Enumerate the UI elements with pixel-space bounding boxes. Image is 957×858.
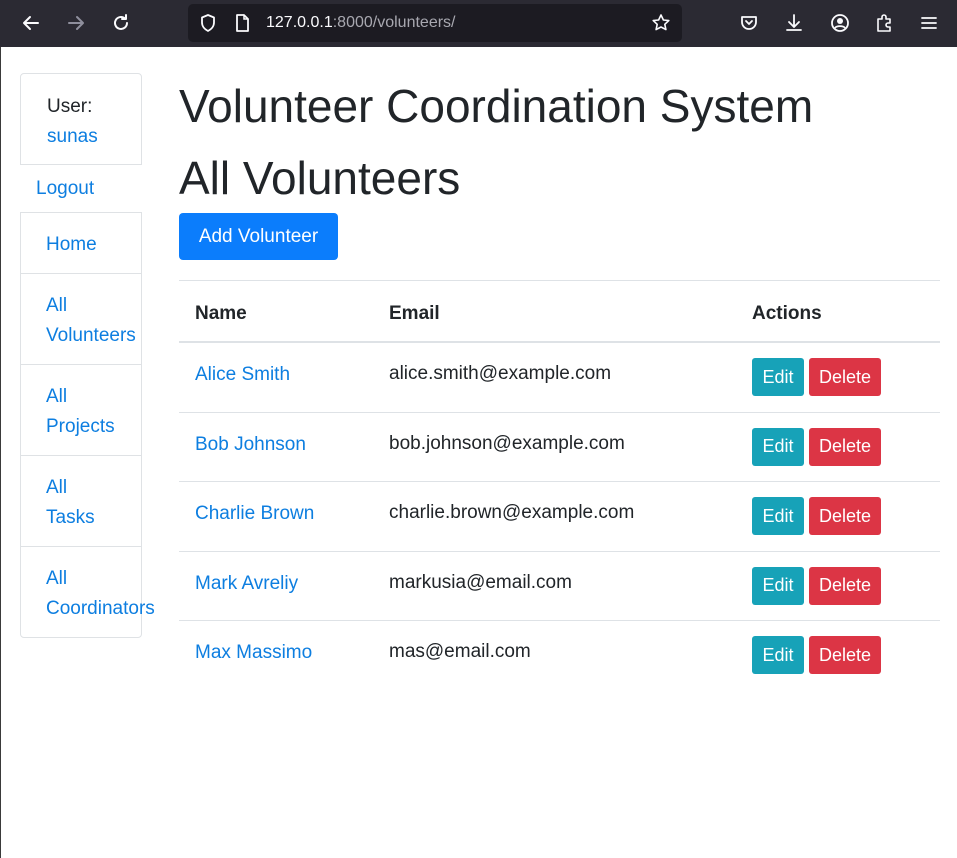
volunteer-email: mas@email.com <box>389 641 531 662</box>
volunteer-name-link[interactable]: Alice Smith <box>195 364 290 386</box>
column-header-name: Name <box>195 303 247 324</box>
sidebar-item-home[interactable]: Home <box>21 213 141 274</box>
menu-icon[interactable] <box>914 8 944 38</box>
volunteer-email: charlie.brown@example.com <box>389 502 635 523</box>
table-row: Bob Johnson bob.johnson@example.com Edit… <box>179 413 940 482</box>
username-link[interactable]: sunas <box>47 126 98 148</box>
user-card: User: sunas <box>20 73 142 165</box>
delete-button[interactable]: Delete <box>809 636 881 674</box>
sidebar-item-label: All Projects <box>46 386 115 437</box>
sidebar-item-projects[interactable]: All Projects <box>21 365 141 456</box>
sidebar-item-volunteers[interactable]: All Volunteers <box>21 274 141 365</box>
url-path: :8000/volunteers/ <box>332 14 456 31</box>
edit-button[interactable]: Edit <box>752 497 804 535</box>
table-header: Name Email Actions <box>179 280 940 343</box>
edit-button[interactable]: Edit <box>752 358 804 396</box>
table-row: Charlie Brown charlie.brown@example.com … <box>179 482 940 552</box>
logout-link[interactable]: Logout <box>36 178 94 200</box>
volunteer-email: alice.smith@example.com <box>389 363 612 384</box>
volunteer-email: markusia@email.com <box>389 571 572 593</box>
page-subtitle: All Volunteers <box>179 152 461 204</box>
table-row: Alice Smith alice.smith@example.com Edit… <box>179 343 940 413</box>
add-volunteer-button[interactable]: Add Volunteer <box>179 213 338 260</box>
extensions-icon[interactable] <box>869 8 899 38</box>
sidebar-item-tasks[interactable]: All Tasks <box>21 456 141 547</box>
shield-icon[interactable] <box>198 13 218 33</box>
sidebar-nav: Home All Volunteers All Projects All Tas… <box>20 212 155 638</box>
table-row: Max Massimo mas@email.com Edit Delete <box>179 621 940 691</box>
page-icon <box>232 13 252 33</box>
url-text[interactable]: 127.0.0.1:8000/volunteers/ <box>266 14 455 32</box>
pocket-icon[interactable] <box>734 8 764 38</box>
delete-button[interactable]: Delete <box>809 566 881 605</box>
url-bar[interactable]: 127.0.0.1:8000/volunteers/ <box>188 4 682 42</box>
table-row: Mark Avreliy markusia@email.com Edit Del… <box>179 552 940 621</box>
sidebar-item-label: All Volunteers <box>46 295 136 346</box>
volunteer-name-link[interactable]: Charlie Brown <box>195 503 314 525</box>
user-label: User: <box>47 96 93 117</box>
volunteer-name-link[interactable]: Mark Avreliy <box>195 573 298 595</box>
sidebar-item-label: All Coordinators <box>46 568 155 619</box>
sidebar-item-coordinators[interactable]: All Coordinators <box>21 547 155 637</box>
sidebar-item-label: Home <box>46 234 97 255</box>
volunteer-email: bob.johnson@example.com <box>389 432 625 454</box>
reload-icon[interactable] <box>106 8 136 38</box>
edit-button[interactable]: Edit <box>752 636 804 674</box>
volunteer-name-link[interactable]: Max Massimo <box>195 642 312 664</box>
download-icon[interactable] <box>779 8 809 38</box>
delete-button[interactable]: Delete <box>809 497 881 535</box>
edit-button[interactable]: Edit <box>752 427 804 466</box>
bookmark-star-icon[interactable] <box>651 13 671 33</box>
sidebar-item-label: All Tasks <box>46 477 95 528</box>
forward-arrow-icon[interactable] <box>61 8 91 38</box>
browser-toolbar: 127.0.0.1:8000/volunteers/ <box>0 0 957 47</box>
back-arrow-icon[interactable] <box>16 8 46 38</box>
delete-button[interactable]: Delete <box>809 427 881 466</box>
url-host: 127.0.0.1 <box>266 14 333 31</box>
edit-button[interactable]: Edit <box>752 566 804 605</box>
volunteers-table: Name Email Actions Alice Smith alice.smi… <box>179 280 940 691</box>
page-title: Volunteer Coordination System <box>179 80 814 132</box>
volunteer-name-link[interactable]: Bob Johnson <box>195 434 306 456</box>
delete-button[interactable]: Delete <box>809 358 881 396</box>
column-header-email: Email <box>389 303 440 324</box>
column-header-actions: Actions <box>752 303 822 324</box>
account-icon[interactable] <box>825 8 855 38</box>
